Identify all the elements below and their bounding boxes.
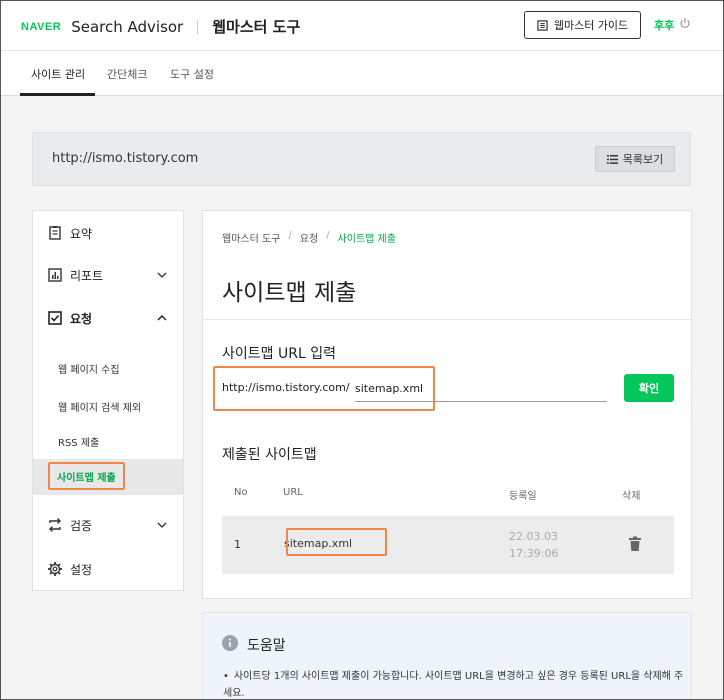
sidebar-item-request[interactable]: 요청 (33, 306, 183, 330)
sidebar-subitem-rss[interactable]: RSS 제출 (33, 426, 183, 456)
report-icon (48, 268, 62, 282)
site-url-bar: http://ismo.tistory.com 목록보기 (32, 132, 691, 186)
app-name: Search Advisor (71, 17, 184, 36)
tab-tool-settings[interactable]: 도구 설정 (170, 66, 214, 82)
row-date: 22.03.03 17:39:06 (509, 530, 559, 560)
sidebar-item-label: 리포트 (70, 268, 104, 283)
logout-power-icon[interactable] (679, 17, 691, 29)
list-icon (606, 154, 618, 164)
breadcrumb: 웹마스터 도구 / 요청 / 사이트맵 제출 (222, 230, 396, 245)
subitem-label: RSS 제출 (58, 438, 100, 449)
sitemap-url-input[interactable] (355, 375, 607, 402)
info-icon (222, 635, 238, 651)
top-header: NAVER Search Advisor 웹마스터 도구 웹마스터 가이드 후후 (1, 1, 723, 51)
breadcrumb-separator: / (288, 230, 292, 241)
book-icon (537, 19, 548, 31)
sidebar-subitem-sitemap[interactable]: 사이트맵 제출 (33, 459, 183, 495)
help-text-content: 사이트당 1개의 사이트맵 제출이 가능합니다. 사이트맵 URL을 변경하고 … (223, 671, 684, 699)
sidebar-item-report[interactable]: 리포트 (33, 263, 183, 287)
confirm-button[interactable]: 확인 (624, 374, 674, 402)
table-header-delete: 삭제 (622, 491, 641, 502)
chevron-up-icon (157, 314, 167, 321)
breadcrumb-separator: / (326, 230, 330, 241)
sidebar-item-label: 요청 (70, 311, 93, 326)
naver-logo[interactable]: NAVER (21, 21, 61, 33)
tab-simple-check[interactable]: 간단체크 (107, 66, 147, 82)
sidebar-item-label: 검증 (70, 518, 93, 533)
table-header-date: 등록일 (509, 491, 537, 502)
summary-icon (49, 226, 61, 240)
page-title: 사이트맵 제출 (222, 280, 357, 306)
chevron-down-icon (157, 272, 167, 278)
brand[interactable]: NAVER Search Advisor 웹마스터 도구 (21, 16, 300, 37)
list-view-button[interactable]: 목록보기 (595, 146, 675, 172)
breadcrumb-item[interactable]: 요청 (300, 230, 318, 245)
subitem-label: 웹 페이지 검색 제외 (58, 403, 142, 414)
subitem-label: 웹 페이지 수집 (58, 365, 120, 376)
guide-label: 웹마스터 가이드 (553, 19, 629, 32)
verify-arrows-icon (49, 518, 61, 532)
submitted-sitemap-title: 제출된 사이트맵 (222, 447, 317, 463)
tool-name: 웹마스터 도구 (212, 18, 301, 36)
help-title: 도움말 (247, 638, 286, 654)
main-tabs: 사이트 관리 간단체크 도구 설정 (1, 52, 723, 96)
table-header-no: No (234, 487, 248, 498)
sidebar-item-summary[interactable]: 요약 (33, 221, 183, 245)
row-url[interactable]: sitemap.xml (284, 537, 352, 550)
help-panel: 도움말 • 사이트당 1개의 사이트맵 제출이 가능합니다. 사이트맵 URL을 … (202, 612, 692, 700)
sidebar-item-label: 설정 (70, 562, 93, 577)
breadcrumb-current: 사이트맵 제출 (337, 234, 396, 245)
user-name[interactable]: 후후 (654, 17, 674, 33)
sidebar-item-settings[interactable]: 설정 (33, 557, 183, 581)
url-prefix: http://ismo.tistory.com/ (222, 381, 350, 394)
sidebar-subitem-exclude[interactable]: 웹 페이지 검색 제외 (33, 391, 183, 421)
sitemap-url-section-title: 사이트맵 URL 입력 (222, 346, 336, 362)
sidebar-item-verify[interactable]: 검증 (33, 513, 183, 537)
subitem-label: 사이트맵 제출 (57, 473, 116, 484)
table-header-url: URL (283, 487, 303, 498)
breadcrumb-item[interactable]: 웹마스터 도구 (222, 230, 280, 245)
header-divider (197, 19, 199, 34)
main-panel: 웹마스터 도구 / 요청 / 사이트맵 제출 사이트맵 제출 사이트맵 URL … (202, 210, 692, 599)
webmaster-guide-button[interactable]: 웹마스터 가이드 (524, 11, 641, 39)
list-view-label: 목록보기 (622, 153, 664, 166)
row-number: 1 (234, 538, 241, 551)
sidebar: 요약 리포트 요청 웹 페이지 수집 웹 페이지 검색 제외 RSS 제출 사이… (32, 210, 184, 591)
chevron-down-icon (157, 522, 167, 528)
tab-site-management[interactable]: 사이트 관리 (31, 66, 85, 82)
sidebar-item-label: 요약 (70, 226, 93, 241)
section-divider (203, 319, 691, 320)
gear-icon (48, 562, 62, 576)
sidebar-subitem-crawl[interactable]: 웹 페이지 수집 (33, 353, 183, 383)
site-url: http://ismo.tistory.com (52, 151, 199, 166)
trash-icon[interactable] (628, 536, 642, 552)
table-row: 1 sitemap.xml 22.03.03 17:39:06 (222, 516, 674, 574)
bullet: • (223, 671, 229, 682)
request-check-icon (48, 311, 62, 325)
help-text: • 사이트당 1개의 사이트맵 제출이 가능합니다. 사이트맵 URL을 변경하고… (223, 668, 685, 700)
